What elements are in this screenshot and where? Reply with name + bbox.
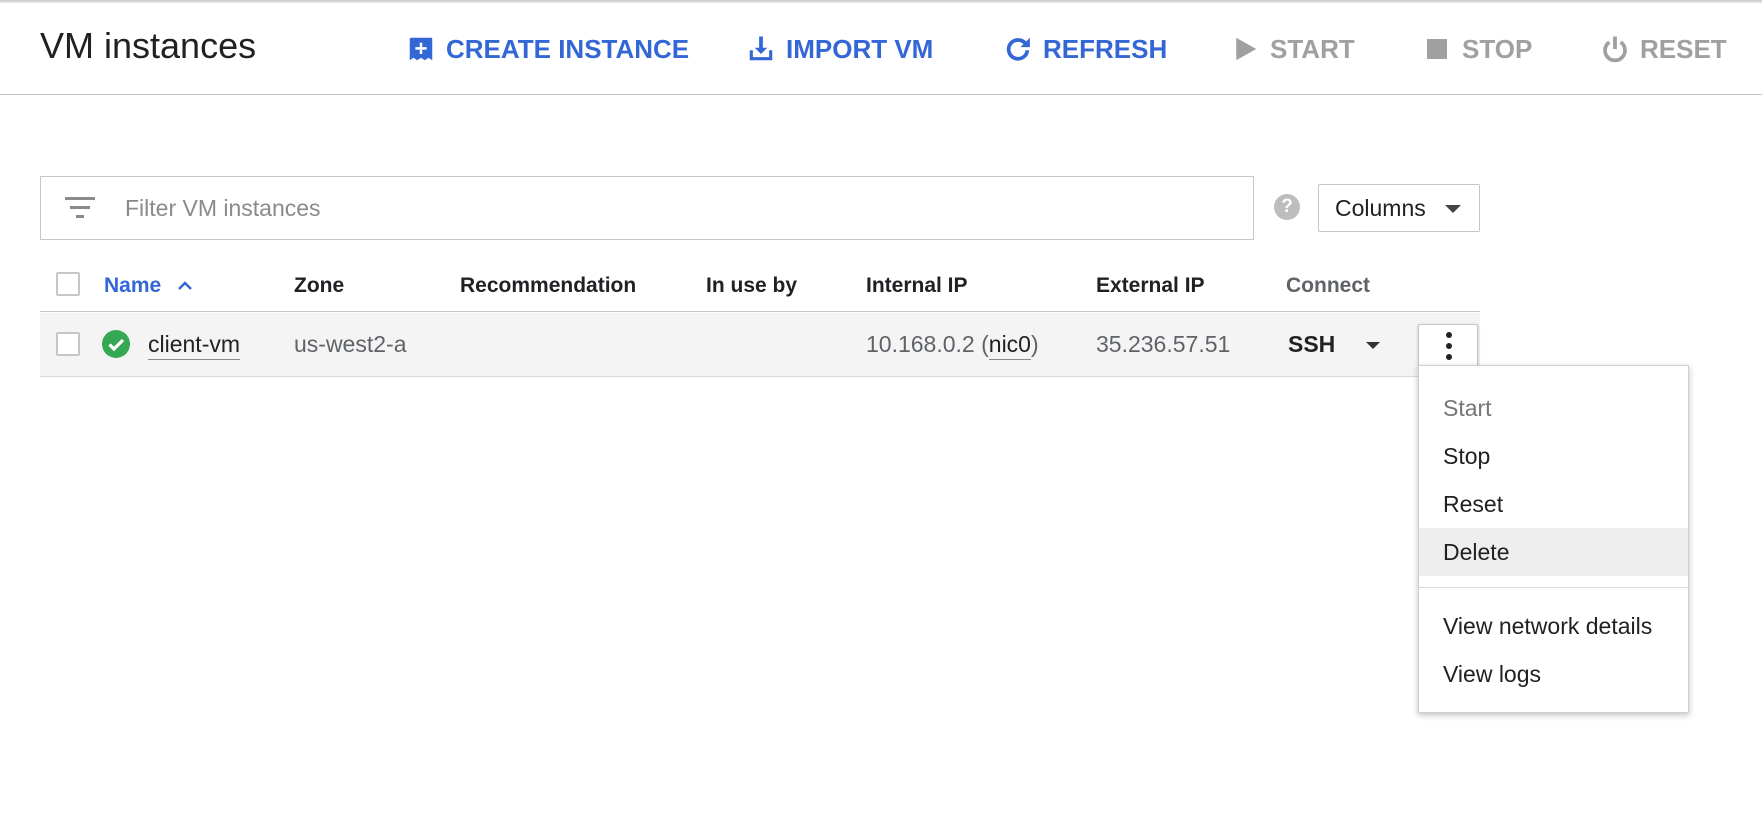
create-instance-button[interactable]: CREATE INSTANCE [406,31,689,67]
create-instance-label: CREATE INSTANCE [446,33,690,64]
more-vert-icon-dot [1446,354,1452,360]
menu-item-stop[interactable]: Stop [1419,432,1688,480]
refresh-button[interactable]: REFRESH [1003,31,1167,67]
instance-name-link[interactable]: client-vm [148,331,241,360]
columns-dropdown[interactable]: Columns [1318,184,1480,232]
column-name-label: Name [104,274,162,297]
filter-input[interactable] [125,187,1225,229]
column-internal-ip-header[interactable]: Internal IP [866,274,968,298]
column-recommendation-header[interactable]: Recommendation [460,274,636,298]
menu-divider [1419,587,1688,588]
menu-item-reset[interactable]: Reset [1419,480,1688,528]
page-header: VM instances CREATE INSTANCE IMPORT VM R… [0,3,1762,95]
stop-button[interactable]: STOP [1422,31,1532,67]
ssh-button[interactable]: SSH [1288,331,1335,358]
menu-item-start[interactable]: Start [1419,384,1688,432]
chevron-down-icon [1445,205,1461,213]
menu-item-view-network-details[interactable]: View network details [1419,602,1688,650]
row-checkbox[interactable] [56,332,80,356]
instance-zone: us-west2-a [294,331,407,357]
column-name-header[interactable]: Name [104,274,193,298]
internal-ip-cell: 10.168.0.2 (nic0) [866,331,1039,360]
filter-list-icon [65,194,95,222]
column-connect-header: Connect [1286,274,1370,297]
refresh-icon [1003,34,1033,64]
filter-bar [40,176,1254,240]
start-label: START [1270,33,1355,64]
table-row[interactable]: client-vm us-west2-a 10.168.0.2 (nic0) 3… [40,313,1480,377]
power-icon [1600,34,1630,64]
row-actions-menu: Start Stop Reset Delete View network det… [1418,365,1689,713]
menu-item-delete[interactable]: Delete [1419,528,1688,576]
play-icon [1230,34,1260,64]
sort-ascending-icon [178,281,192,290]
reset-label: RESET [1640,33,1727,64]
nic-link[interactable]: nic0 [988,331,1031,360]
ssh-dropdown-icon[interactable] [1366,342,1380,349]
menu-item-view-logs[interactable]: View logs [1419,650,1688,698]
add-box-icon [406,34,436,64]
column-in-use-by-header[interactable]: In use by [706,274,797,298]
select-all-checkbox[interactable] [56,272,80,296]
download-icon [746,34,776,64]
columns-label: Columns [1335,194,1426,221]
external-ip: 35.236.57.51 [1096,331,1231,357]
column-zone-header[interactable]: Zone [294,274,344,298]
column-external-ip-header[interactable]: External IP [1096,274,1205,298]
stop-label: STOP [1462,33,1533,64]
start-button[interactable]: START [1230,31,1355,67]
import-vm-label: IMPORT VM [786,33,934,64]
more-vert-icon [1446,332,1452,338]
reset-button[interactable]: RESET [1600,31,1727,67]
more-vert-icon-dot [1446,343,1452,349]
refresh-label: REFRESH [1043,33,1168,64]
page-title: VM instances [40,25,257,66]
import-vm-button[interactable]: IMPORT VM [746,31,933,67]
internal-ip: 10.168.0.2 [866,331,975,357]
help-icon[interactable]: ? [1274,194,1300,220]
table-header: Name Zone Recommendation In use by Inter… [40,262,1480,312]
more-actions-button[interactable] [1418,324,1478,366]
status-running-icon [102,330,130,358]
stop-icon [1422,34,1452,64]
